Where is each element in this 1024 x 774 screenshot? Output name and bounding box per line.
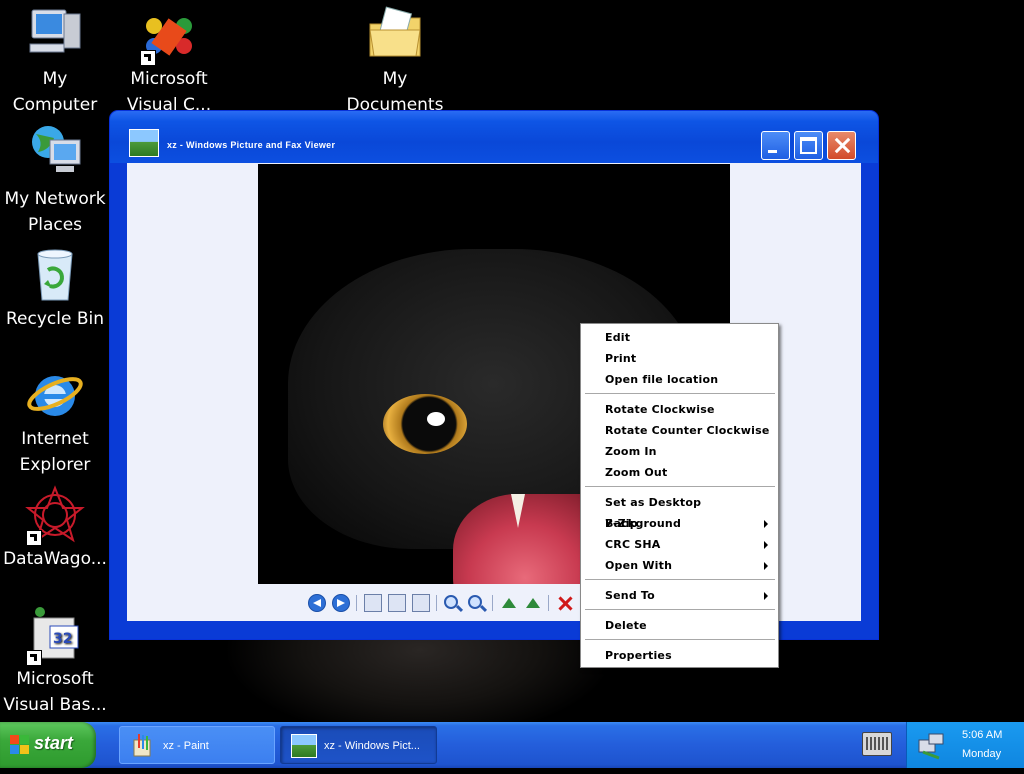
menu-item-label: Open With [605, 559, 673, 572]
actual-size-icon[interactable] [388, 594, 406, 612]
menu-item-zoom-out[interactable]: Zoom Out [582, 462, 777, 483]
slideshow-icon[interactable] [412, 594, 430, 612]
clock-day[interactable]: Monday [962, 748, 1001, 760]
menu-item-label: CRC SHA [605, 538, 661, 551]
clock-time[interactable]: 5:06 AM [962, 729, 1002, 741]
desktop-icon-my-documents[interactable]: My Documents [340, 4, 450, 118]
submenu-arrow-icon [764, 541, 768, 549]
menu-item-open-with[interactable]: Open With [582, 555, 777, 576]
menu-separator [585, 639, 775, 640]
computer-icon [24, 4, 86, 66]
visual-basic-icon: 32 [24, 604, 86, 666]
network-icon [24, 124, 86, 186]
menu-item-7zip[interactable]: 7-Zip [582, 513, 777, 534]
desktop-icon-label: Microsoft [130, 69, 208, 89]
menu-item-rotate-counter-clockwise[interactable]: Rotate Counter Clockwise [582, 420, 777, 441]
recycle-bin-icon [24, 244, 86, 306]
window-title-bar[interactable]: xz - Windows Picture and Fax Viewer [110, 111, 878, 163]
next-image-icon[interactable] [332, 594, 350, 612]
desktop-icon-label: DataWago... [3, 549, 107, 569]
keyboard-icon[interactable] [862, 732, 892, 756]
desktop-icon-label: Places [27, 215, 83, 235]
desktop-icon-label: Explorer [19, 455, 91, 475]
network-connection-icon[interactable] [917, 732, 947, 760]
menu-item-open-file-location[interactable]: Open file location [582, 369, 777, 390]
menu-item-crc-sha[interactable]: CRC SHA [582, 534, 777, 555]
previous-image-icon[interactable] [308, 594, 326, 612]
desktop-icon-label: Visual Bas... [3, 695, 107, 715]
start-button[interactable]: start [0, 722, 96, 768]
maximize-button[interactable] [794, 131, 823, 160]
context-menu: Edit Print Open file location Rotate Clo… [580, 323, 779, 668]
menu-item-print[interactable]: Print [582, 348, 777, 369]
menu-separator [585, 609, 775, 610]
submenu-arrow-icon [764, 520, 768, 528]
internet-explorer-icon [24, 364, 86, 426]
menu-item-delete[interactable]: Delete [582, 615, 777, 636]
system-tray: 5:06 AM Monday [906, 722, 1024, 768]
desktop-icon-label: My [42, 69, 68, 89]
window-title: xz - Windows Picture and Fax Viewer [167, 140, 336, 150]
viewer-toolbar [308, 591, 578, 615]
desktop-icon-my-network-places[interactable]: My Network Places [0, 124, 110, 238]
desktop-icon-label: Computer [12, 95, 98, 115]
shortcut-arrow-icon [26, 530, 42, 546]
desktop-icon-datawagon[interactable]: DataWago... [0, 484, 110, 572]
taskbar-button-label: xz - Windows Pict... [324, 740, 420, 752]
menu-item-set-desktop-background[interactable]: Set as Desktop Background [582, 492, 777, 530]
desktop-icon-label: My [382, 69, 408, 89]
best-fit-icon[interactable] [364, 594, 382, 612]
menu-item-edit[interactable]: Edit [582, 327, 777, 348]
desktop-icon-label: My Network [4, 189, 106, 209]
close-button[interactable] [827, 131, 856, 160]
folder-icon [364, 4, 426, 66]
zoom-in-icon[interactable] [444, 595, 458, 609]
taskbar-button-picture-viewer[interactable]: xz - Windows Pict... [280, 726, 437, 764]
datawagon-icon [24, 484, 86, 546]
desktop-icon-my-computer[interactable]: My Computer [0, 4, 110, 118]
minimize-button[interactable] [761, 131, 790, 160]
submenu-arrow-icon [764, 592, 768, 600]
desktop-icon-recycle-bin[interactable]: Recycle Bin [0, 244, 110, 332]
submenu-arrow-icon [764, 562, 768, 570]
menu-separator [585, 579, 775, 580]
paint-icon [130, 734, 156, 758]
taskbar: start xz - Paint xz - Windows Pict... 5:… [0, 722, 1024, 768]
shortcut-arrow-icon [140, 50, 156, 66]
delete-icon[interactable] [556, 594, 574, 612]
shortcut-arrow-icon [26, 650, 42, 666]
zoom-out-icon[interactable] [468, 595, 482, 609]
desktop-icon-visual-c[interactable]: Microsoft Visual C... [114, 4, 224, 118]
desktop-icon-label: Recycle Bin [5, 309, 104, 329]
desktop-icon-label: Microsoft [16, 669, 94, 689]
menu-item-send-to[interactable]: Send To [582, 585, 777, 606]
menu-item-label: Send To [605, 589, 655, 602]
picture-viewer-icon [129, 129, 159, 157]
menu-item-zoom-in[interactable]: Zoom In [582, 441, 777, 462]
svg-text:32: 32 [53, 631, 72, 647]
rotate-clockwise-icon[interactable] [500, 594, 518, 612]
picture-viewer-icon [291, 734, 317, 758]
menu-separator [585, 486, 775, 487]
visual-studio-icon [138, 4, 200, 66]
menu-separator [585, 393, 775, 394]
menu-item-rotate-clockwise[interactable]: Rotate Clockwise [582, 399, 777, 420]
taskbar-button-label: xz - Paint [163, 740, 209, 752]
desktop-icon-label: Internet [21, 429, 89, 449]
rotate-counterclockwise-icon[interactable] [524, 594, 542, 612]
desktop-icon-visual-basic[interactable]: 32 Microsoft Visual Bas... [0, 604, 110, 718]
menu-item-label: 7-Zip [605, 517, 638, 530]
start-label: start [34, 733, 74, 753]
windows-logo-icon [10, 735, 30, 755]
taskbar-button-paint[interactable]: xz - Paint [119, 726, 275, 764]
cat-eye-left [383, 394, 467, 454]
menu-item-properties[interactable]: Properties [582, 645, 777, 666]
desktop-icon-internet-explorer[interactable]: Internet Explorer [0, 364, 110, 478]
